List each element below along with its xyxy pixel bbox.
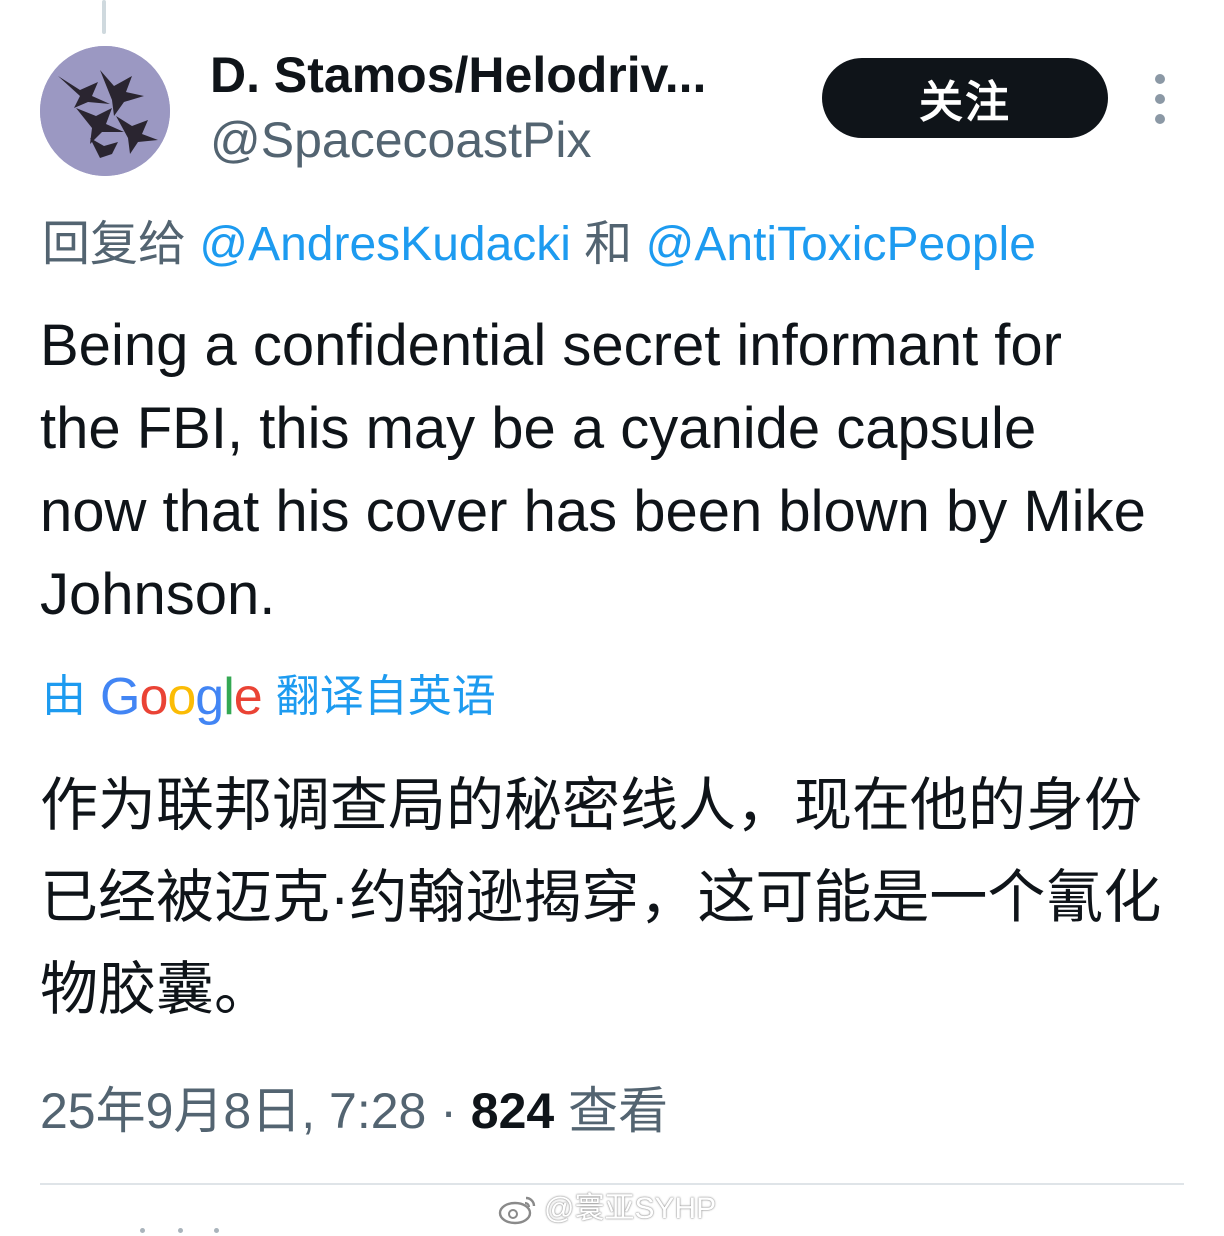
follow-button[interactable]: 关注: [822, 58, 1108, 138]
more-dot: [1155, 94, 1165, 104]
mention-link-andreskudacki[interactable]: @AndresKudacki: [199, 218, 571, 271]
google-logo-letter: o: [139, 668, 168, 726]
reply-to-line: 回复给 @AndresKudacki 和 @AntiToxicPeople: [42, 212, 1036, 278]
reply-to-prefix: 回复给: [42, 218, 187, 271]
views-label: 查看: [568, 1083, 669, 1139]
translated-tweet-text: 作为联邦调查局的秘密线人，现在他的身份已经被迈克·约翰逊揭穿，这可能是一个氰化物…: [40, 773, 1162, 1022]
partial-dot: [140, 1228, 145, 1233]
partial-dot: [214, 1228, 219, 1233]
google-logo-letter: o: [167, 668, 196, 726]
mention-link-antitoxicpeople[interactable]: @AntiToxicPeople: [646, 218, 1036, 271]
views-count: 824: [470, 1083, 555, 1139]
google-logo-letter: g: [195, 668, 224, 726]
reply-to-conjunction: 和: [584, 218, 633, 271]
google-logo-letter: G: [100, 668, 140, 726]
tweet-text: Being a confidential secret informant fo…: [40, 313, 1146, 627]
thread-connector-line: [102, 0, 106, 34]
birds-avatar-image: [40, 46, 170, 176]
divider: [40, 1183, 1184, 1185]
more-vertical-icon[interactable]: [1140, 74, 1180, 124]
watermark-text: @寰亚SYHP: [544, 1192, 717, 1225]
user-handle[interactable]: @SpacecoastPix: [210, 108, 592, 172]
avatar[interactable]: [40, 46, 170, 176]
google-logo-letter: l: [223, 668, 235, 726]
google-logo-letter: e: [233, 668, 263, 726]
partial-dot: [178, 1228, 183, 1233]
tweet-meta: 25年9月8日, 7:28 · 824 查看: [40, 1078, 668, 1144]
tweet-timestamp[interactable]: 25年9月8日, 7:28: [40, 1083, 426, 1139]
meta-separator: ·: [440, 1083, 457, 1139]
google-logo: Google: [100, 664, 263, 730]
translation-prefix: 由: [42, 672, 86, 721]
translation-attribution[interactable]: 由 Google 翻译自英语: [42, 664, 496, 730]
display-name[interactable]: D. Stamos/Helodriv...: [210, 42, 780, 108]
partial-next-row: [140, 1228, 230, 1234]
more-dot: [1155, 74, 1165, 84]
weibo-icon: [498, 1196, 536, 1225]
more-dot: [1155, 114, 1165, 124]
translation-suffix: 翻译自英语: [275, 672, 496, 721]
watermark: @寰亚SYHP: [498, 1186, 716, 1232]
